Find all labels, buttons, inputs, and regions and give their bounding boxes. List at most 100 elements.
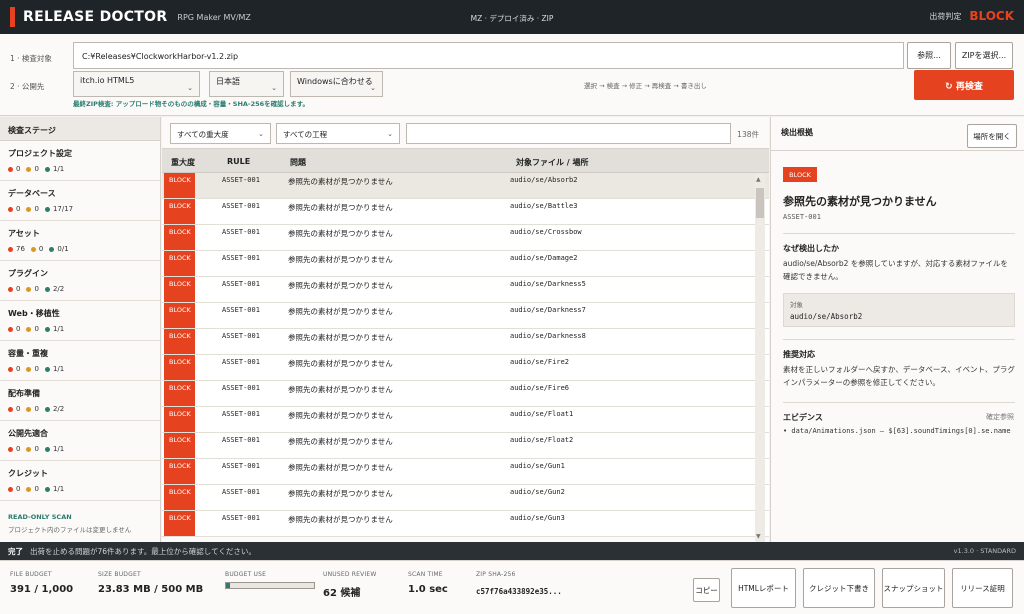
stage-item[interactable]: 容量・重複 0 0 1/1	[0, 341, 160, 381]
zip-sha: ZIP SHA-256 c57f76a433892e35...	[476, 571, 562, 596]
table-row[interactable]: BLOCK ASSET-001 参照先の素材が見つかりません audio/se/Fir…	[162, 381, 769, 407]
stage-item[interactable]: Web・移植性 0 0 1/1	[0, 301, 160, 341]
chevron-down-icon: ⌄	[271, 84, 277, 92]
issue-cell: 参照先の素材が見つかりません	[288, 385, 393, 394]
pass-count-value: 2/2	[52, 405, 65, 413]
readonly-title: READ-ONLY SCAN	[8, 513, 72, 521]
file-cell: audio/se/Damage2	[510, 254, 578, 262]
zip-note: 最終ZIP検査: アップロード物そのものの構成・容量・SHA-256を確認します…	[73, 100, 310, 108]
block-count: 0	[8, 205, 20, 213]
table-row[interactable]: BLOCK ASSET-001 参照先の素材が見つかりません audio/se/Cro…	[162, 225, 769, 251]
rescan-button[interactable]: ↻ 再検査	[914, 70, 1014, 100]
severity-tag: BLOCK	[164, 173, 195, 198]
file-cell: audio/se/Gun1	[510, 462, 565, 470]
table-row[interactable]: BLOCK ASSET-001 参照先の素材が見つかりません audio/se/Flo…	[162, 407, 769, 433]
stage-counts: 0 0 17/17	[8, 205, 160, 213]
zip-sha-value: c57f76a433892e35...	[476, 587, 562, 596]
block-count: 0	[8, 165, 20, 173]
chevron-down-icon: ⌄	[370, 84, 376, 92]
warn-dot-icon	[26, 366, 32, 372]
credit-draft-button[interactable]: クレジット下書き	[803, 568, 875, 608]
table-row[interactable]: BLOCK ASSET-001 参照先の素材が見つかりません audio/se/Dam…	[162, 251, 769, 277]
scroll-down-icon[interactable]: ▼	[756, 533, 761, 540]
stage-name: アセット	[8, 229, 40, 238]
table-row[interactable]: BLOCK ASSET-001 参照先の素材が見つかりません audio/se/Fir…	[162, 355, 769, 381]
warn-count: 0	[26, 285, 39, 293]
pass-dot-icon	[44, 206, 50, 212]
stage-item[interactable]: プラグイン 0 0 2/2	[0, 261, 160, 301]
detail-panel: 検出根拠 場所を開く BLOCK 参照先の素材が見つかりません ASSET-00…	[770, 117, 1024, 542]
zip-select-button[interactable]: ZIPを選択...	[955, 42, 1013, 69]
warn-count: 0	[26, 445, 39, 453]
table-row[interactable]: BLOCK ASSET-001 参照先の素材が見つかりません audio/se/Flo…	[162, 433, 769, 459]
stage-item[interactable]: アセット 76 0 0/1	[0, 221, 160, 261]
pass-dot-icon	[44, 486, 50, 492]
stage-item[interactable]: 公開先適合 0 0 1/1	[0, 421, 160, 461]
table-row[interactable]: BLOCK ASSET-001 参照先の素材が見つかりません audio/se/Dar…	[162, 329, 769, 355]
copy-button[interactable]: コピー	[693, 578, 720, 602]
block-dot-icon	[8, 206, 13, 212]
evidence-link[interactable]: 確定参照	[986, 412, 1014, 422]
file-cell: audio/se/Absorb2	[510, 176, 578, 184]
process-filter[interactable]: すべての工程 ⌄	[276, 123, 400, 144]
pass-count-value: 17/17	[52, 205, 74, 213]
environment-select[interactable]: Windowsに合わせる ⌄	[290, 71, 383, 97]
col-severity[interactable]: 重大度	[171, 157, 195, 168]
warn-dot-icon	[26, 406, 32, 412]
verdict: 出荷判定 BLOCK	[929, 9, 1014, 23]
issue-cell: 参照先の素材が見つかりません	[288, 177, 393, 186]
warn-count-value: 0	[34, 205, 39, 213]
col-issue[interactable]: 問題	[290, 157, 306, 168]
warn-count-value: 0	[34, 165, 39, 173]
table-row[interactable]: BLOCK ASSET-001 参照先の素材が見つかりません audio/se/Dar…	[162, 303, 769, 329]
table-row[interactable]: BLOCK ASSET-001 参照先の素材が見つかりません audio/se/Bat…	[162, 199, 769, 225]
warn-count: 0	[30, 245, 43, 253]
issue-cell: 参照先の素材が見つかりません	[288, 255, 393, 264]
pass-dot-icon	[44, 446, 50, 452]
col-file[interactable]: 対象ファイル / 場所	[516, 157, 589, 168]
severity-filter[interactable]: すべての重大度 ⌄	[170, 123, 271, 144]
stage-item[interactable]: プロジェクト設定 0 0 1/1	[0, 141, 160, 181]
warn-dot-icon	[26, 206, 32, 212]
snapshot-button[interactable]: スナップショット	[882, 568, 945, 608]
scroll-up-icon[interactable]: ▲	[756, 176, 761, 183]
block-dot-icon	[8, 286, 13, 292]
warn-dot-icon	[30, 246, 36, 252]
release-cert-button[interactable]: リリース証明	[952, 568, 1013, 608]
table-row[interactable]: BLOCK ASSET-001 参照先の素材が見つかりません audio/se/Dar…	[162, 277, 769, 303]
block-count-value: 76	[16, 245, 25, 253]
table-scrollbar[interactable]: ▲ ▼	[755, 174, 765, 542]
scroll-thumb[interactable]	[756, 188, 764, 218]
file-cell: audio/se/Fire2	[510, 358, 570, 366]
pass-count-value: 1/1	[52, 485, 65, 493]
block-count-value: 0	[16, 205, 21, 213]
stage-counts: 0 0 2/2	[8, 405, 160, 413]
platform-select[interactable]: itch.io HTML5 ⌄	[73, 71, 200, 97]
stage-item[interactable]: 配布準備 0 0 2/2	[0, 381, 160, 421]
severity-tag: BLOCK	[164, 303, 195, 328]
html-report-button[interactable]: HTMLレポート	[731, 568, 796, 608]
stage-item[interactable]: クレジット 0 0 1/1	[0, 461, 160, 501]
open-location-button[interactable]: 場所を開く	[967, 124, 1017, 148]
search-input[interactable]	[406, 123, 731, 144]
browse-button[interactable]: 参照...	[907, 42, 951, 69]
rule-cell: ASSET-001	[222, 254, 260, 262]
file-cell: audio/se/Darkness5	[510, 280, 586, 288]
unused-review: UNUSED REVIEW 62 候補	[323, 571, 377, 599]
stage-item[interactable]: データベース 0 0 17/17	[0, 181, 160, 221]
table-row[interactable]: BLOCK ASSET-001 参照先の素材が見つかりません audio/se/Abs…	[162, 173, 769, 199]
block-count: 0	[8, 325, 20, 333]
table-row[interactable]: BLOCK ASSET-001 参照先の素材が見つかりません audio/se/Gun…	[162, 485, 769, 511]
table-row[interactable]: BLOCK ASSET-001 参照先の素材が見つかりません audio/se/Gun…	[162, 511, 769, 537]
language-select[interactable]: 日本語 ⌄	[209, 71, 284, 97]
file-cell: audio/se/Battle3	[510, 202, 578, 210]
filter-bar: すべての重大度 ⌄ すべての工程 ⌄ 138件	[162, 117, 769, 149]
pass-count: 0/1	[49, 245, 69, 253]
stage-counts: 0 0 1/1	[8, 445, 160, 453]
target-label: 1 · 検査対象	[10, 54, 52, 63]
col-rule[interactable]: RULE	[227, 157, 250, 166]
version-label: v1.3.0 · STANDARD	[953, 547, 1016, 555]
target-path-field[interactable]: C:¥Releases¥ClockworkHarbor-v1.2.zip	[73, 42, 904, 69]
table-body: BLOCK ASSET-001 参照先の素材が見つかりません audio/se/Abs…	[162, 173, 769, 537]
table-row[interactable]: BLOCK ASSET-001 参照先の素材が見つかりません audio/se/Gun…	[162, 459, 769, 485]
